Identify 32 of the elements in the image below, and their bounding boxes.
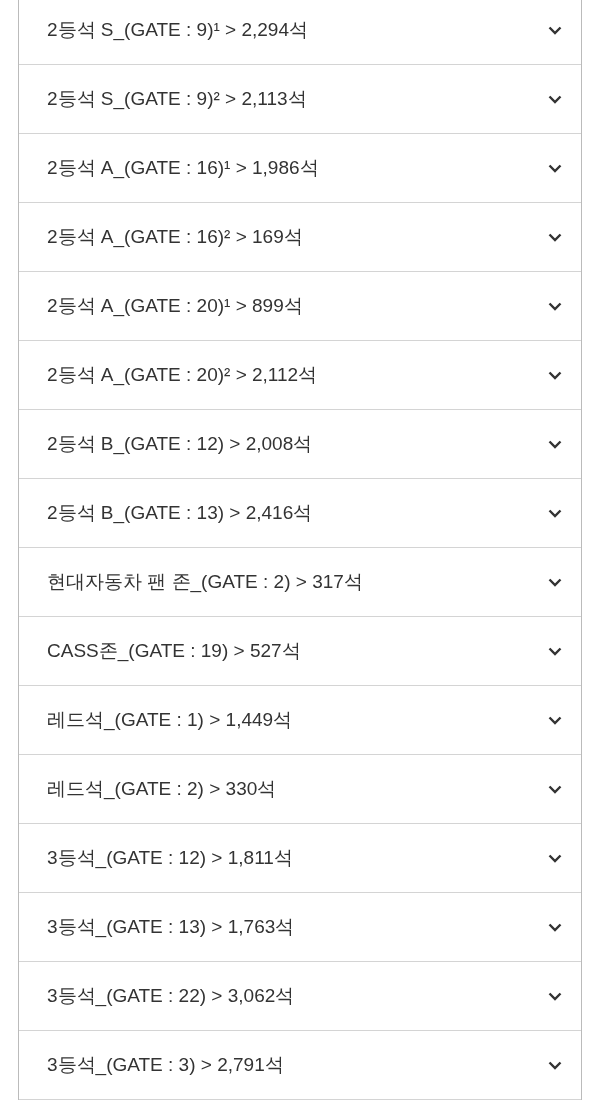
accordion-item[interactable]: 3등석_(GATE : 13) > 1,763석 (19, 893, 581, 962)
section-label: 레드석_(GATE : 2) > 330석 (47, 777, 277, 802)
accordion-item[interactable]: 2등석 S_(GATE : 9)¹ > 2,294석 (19, 0, 581, 65)
section-label: CASS존_(GATE : 19) > 527석 (47, 639, 301, 664)
accordion-item[interactable]: 3등석_(GATE : 3) > 2,791석 (19, 1031, 581, 1100)
section-label: 3등석_(GATE : 22) > 3,062석 (47, 984, 295, 1009)
accordion-item[interactable]: 2등석 A_(GATE : 20)² > 2,112석 (19, 341, 581, 410)
section-label: 2등석 A_(GATE : 16)¹ > 1,986석 (47, 156, 319, 181)
accordion-item[interactable]: 레드석_(GATE : 1) > 1,449석 (19, 686, 581, 755)
accordion-item[interactable]: 2등석 B_(GATE : 12) > 2,008석 (19, 410, 581, 479)
section-label: 3등석_(GATE : 12) > 1,811석 (47, 846, 293, 871)
accordion-item[interactable]: 3등석_(GATE : 22) > 3,062석 (19, 962, 581, 1031)
section-label: 2등석 S_(GATE : 9)² > 2,113석 (47, 87, 307, 112)
section-label: 현대자동차 팬 존_(GATE : 2) > 317석 (47, 570, 363, 595)
section-label: 3등석_(GATE : 3) > 2,791석 (47, 1053, 284, 1078)
accordion-item[interactable]: 레드석_(GATE : 2) > 330석 (19, 755, 581, 824)
accordion-item[interactable]: 현대자동차 팬 존_(GATE : 2) > 317석 (19, 548, 581, 617)
section-label: 3등석_(GATE : 13) > 1,763석 (47, 915, 295, 940)
accordion-item[interactable]: 2등석 A_(GATE : 16)¹ > 1,986석 (19, 134, 581, 203)
accordion-item[interactable]: 2등석 A_(GATE : 20)¹ > 899석 (19, 272, 581, 341)
accordion-item[interactable]: 3등석_(GATE : 12) > 1,811석 (19, 824, 581, 893)
section-label: 2등석 S_(GATE : 9)¹ > 2,294석 (47, 18, 308, 43)
section-label: 레드석_(GATE : 1) > 1,449석 (47, 708, 293, 733)
section-label: 2등석 A_(GATE : 16)² > 169석 (47, 225, 303, 250)
section-label: 2등석 A_(GATE : 20)² > 2,112석 (47, 363, 318, 388)
accordion-item[interactable]: 2등석 S_(GATE : 9)² > 2,113석 (19, 65, 581, 134)
section-label: 2등석 B_(GATE : 13) > 2,416석 (47, 501, 313, 526)
section-label: 2등석 B_(GATE : 12) > 2,008석 (47, 432, 313, 457)
accordion-item[interactable]: CASS존_(GATE : 19) > 527석 (19, 617, 581, 686)
accordion-item[interactable]: 2등석 B_(GATE : 13) > 2,416석 (19, 479, 581, 548)
section-label: 2등석 A_(GATE : 20)¹ > 899석 (47, 294, 303, 319)
accordion-item[interactable]: 2등석 A_(GATE : 16)² > 169석 (19, 203, 581, 272)
